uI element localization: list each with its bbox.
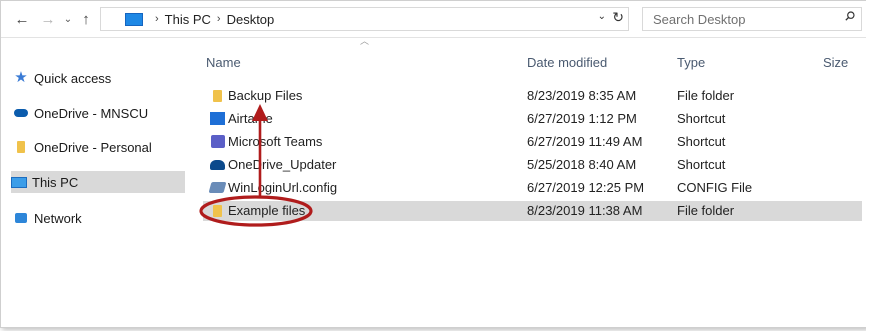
column-header-name[interactable]: Name <box>206 55 241 70</box>
onedrive-icon <box>13 106 29 120</box>
file-date: 6/27/2019 11:49 AM <box>527 134 643 149</box>
navigation-pane: ★ Quick access OneDrive - MNSCU OneDrive… <box>1 38 191 327</box>
file-date: 5/25/2018 8:40 AM <box>527 157 637 172</box>
address-bar: ← → ⌄ ↑ › This PC › Desktop ⌄ ↻ <box>1 1 867 38</box>
file-type: Shortcut <box>677 111 726 126</box>
column-header-date-modified[interactable]: Date modified <box>527 55 607 70</box>
nav-item-onedrive-mnscu[interactable]: OneDrive - MNSCU <box>13 102 185 124</box>
nav-item-quick-access[interactable]: ★ Quick access <box>13 67 185 89</box>
breadcrumb-separator[interactable]: › <box>155 13 159 25</box>
page-margin <box>866 0 872 331</box>
table-row[interactable]: Airtame 6/27/2019 1:12 PM Shortcut <box>203 109 862 129</box>
file-type: Shortcut <box>677 157 726 172</box>
table-row[interactable]: OneDrive_Updater 5/25/2018 8:40 AM Short… <box>203 155 862 175</box>
file-date: 8/23/2019 8:35 AM <box>527 88 637 103</box>
nav-item-label: Network <box>34 210 82 226</box>
breadcrumb-this-pc[interactable]: This PC <box>165 12 211 27</box>
config-file-icon <box>208 181 227 194</box>
nav-item-network[interactable]: Network <box>13 207 185 229</box>
file-type: Shortcut <box>677 134 726 149</box>
folder-icon <box>210 89 225 102</box>
folder-icon <box>13 140 29 154</box>
nav-item-this-pc[interactable]: This PC <box>11 171 185 193</box>
file-type: File folder <box>677 203 735 218</box>
file-name: WinLoginUrl.config <box>228 180 338 195</box>
star-icon: ★ <box>14 69 28 86</box>
chevron-down-icon: ⌄ <box>63 13 73 25</box>
path-box[interactable]: › This PC › Desktop ⌄ ↻ <box>100 7 629 31</box>
sort-ascending-icon: ︿ <box>360 36 370 46</box>
breadcrumb-desktop[interactable]: Desktop <box>227 12 275 27</box>
table-row-selected[interactable]: Example files 8/23/2019 11:38 AM File fo… <box>203 201 862 221</box>
back-button[interactable]: ← <box>13 10 31 28</box>
file-list: ︿ Name Date modified Type Size Backup Fi… <box>198 36 867 327</box>
column-header-type[interactable]: Type <box>677 55 705 70</box>
airtame-icon <box>210 112 225 125</box>
file-name: Example files <box>228 203 306 218</box>
file-name: Airtame <box>228 111 273 126</box>
nav-item-onedrive-personal[interactable]: OneDrive - Personal <box>13 136 185 158</box>
table-row[interactable]: WinLoginUrl.config 6/27/2019 12:25 PM CO… <box>203 178 862 198</box>
file-date: 6/27/2019 1:12 PM <box>527 111 637 126</box>
search-box[interactable] <box>642 7 862 31</box>
this-pc-icon <box>11 175 27 189</box>
file-name: OneDrive_Updater <box>228 157 337 172</box>
back-arrow-icon: ← <box>14 10 30 28</box>
teams-icon <box>210 135 225 148</box>
up-arrow-icon: ↑ <box>82 10 90 28</box>
chevron-down-icon[interactable]: ⌄ <box>598 11 606 22</box>
nav-item-label: OneDrive - Personal <box>34 139 152 155</box>
table-row[interactable]: Microsoft Teams 6/27/2019 11:49 AM Short… <box>203 132 862 152</box>
file-date: 8/23/2019 11:38 AM <box>527 203 643 218</box>
file-name: Backup Files <box>228 88 303 103</box>
nav-item-label: This PC <box>32 174 79 190</box>
this-pc-icon <box>125 12 143 26</box>
breadcrumb-separator[interactable]: › <box>217 13 221 25</box>
nav-item-label: Quick access <box>34 70 112 86</box>
column-header-size[interactable]: Size <box>823 55 848 70</box>
file-date: 6/27/2019 12:25 PM <box>527 180 645 195</box>
search-input[interactable] <box>651 10 825 28</box>
file-name: Microsoft Teams <box>228 134 323 149</box>
folder-icon <box>210 204 225 217</box>
up-button[interactable]: ↑ <box>78 10 94 28</box>
file-type: CONFIG File <box>677 180 753 195</box>
recent-locations-button[interactable]: ⌄ <box>62 10 74 28</box>
forward-arrow-icon: → <box>40 10 56 28</box>
file-type: File folder <box>677 88 735 103</box>
search-icon[interactable] <box>845 11 855 21</box>
nav-item-label: OneDrive - MNSCU <box>34 105 149 121</box>
file-explorer-window: ← → ⌄ ↑ › This PC › Desktop ⌄ ↻ ★ Quick … <box>0 0 868 328</box>
forward-button[interactable]: → <box>39 10 57 28</box>
table-row[interactable]: Backup Files 8/23/2019 8:35 AM File fold… <box>203 86 862 106</box>
onedrive-icon <box>210 158 225 171</box>
network-icon <box>13 211 29 225</box>
refresh-icon[interactable]: ↻ <box>612 9 624 26</box>
